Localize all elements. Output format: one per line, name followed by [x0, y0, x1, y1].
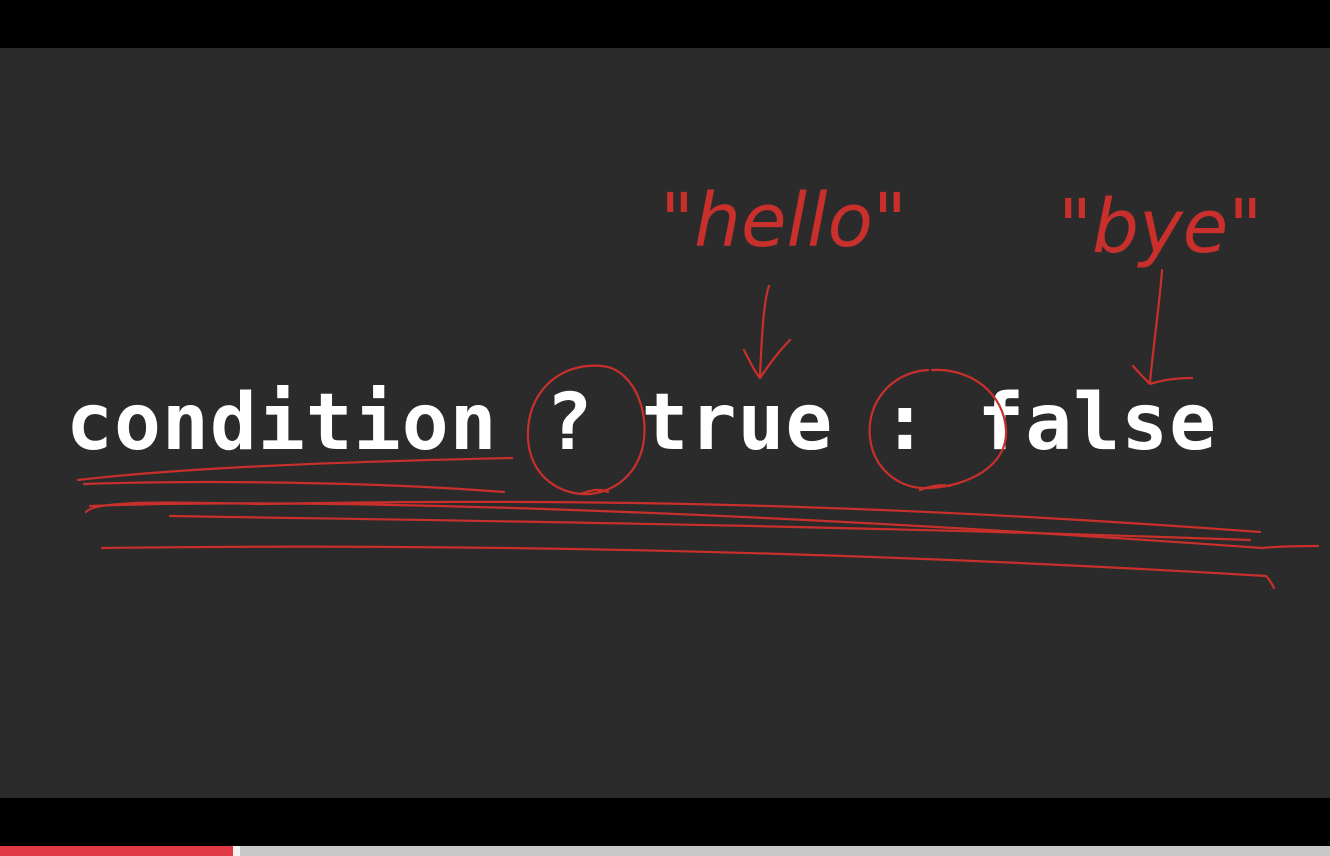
video-progress-played — [0, 846, 233, 856]
token-true: true — [641, 378, 834, 468]
token-false: false — [977, 378, 1218, 468]
token-colon: : — [881, 378, 930, 468]
token-condition: condition — [66, 378, 498, 468]
token-question-mark: ? — [545, 378, 594, 468]
video-progress-scrubber[interactable] — [233, 846, 240, 856]
video-progress-bar[interactable] — [0, 846, 1330, 856]
video-frame: condition ? true : false "hello" "bye" — [0, 0, 1330, 856]
ternary-code-line: condition ? true : false — [66, 378, 1217, 468]
